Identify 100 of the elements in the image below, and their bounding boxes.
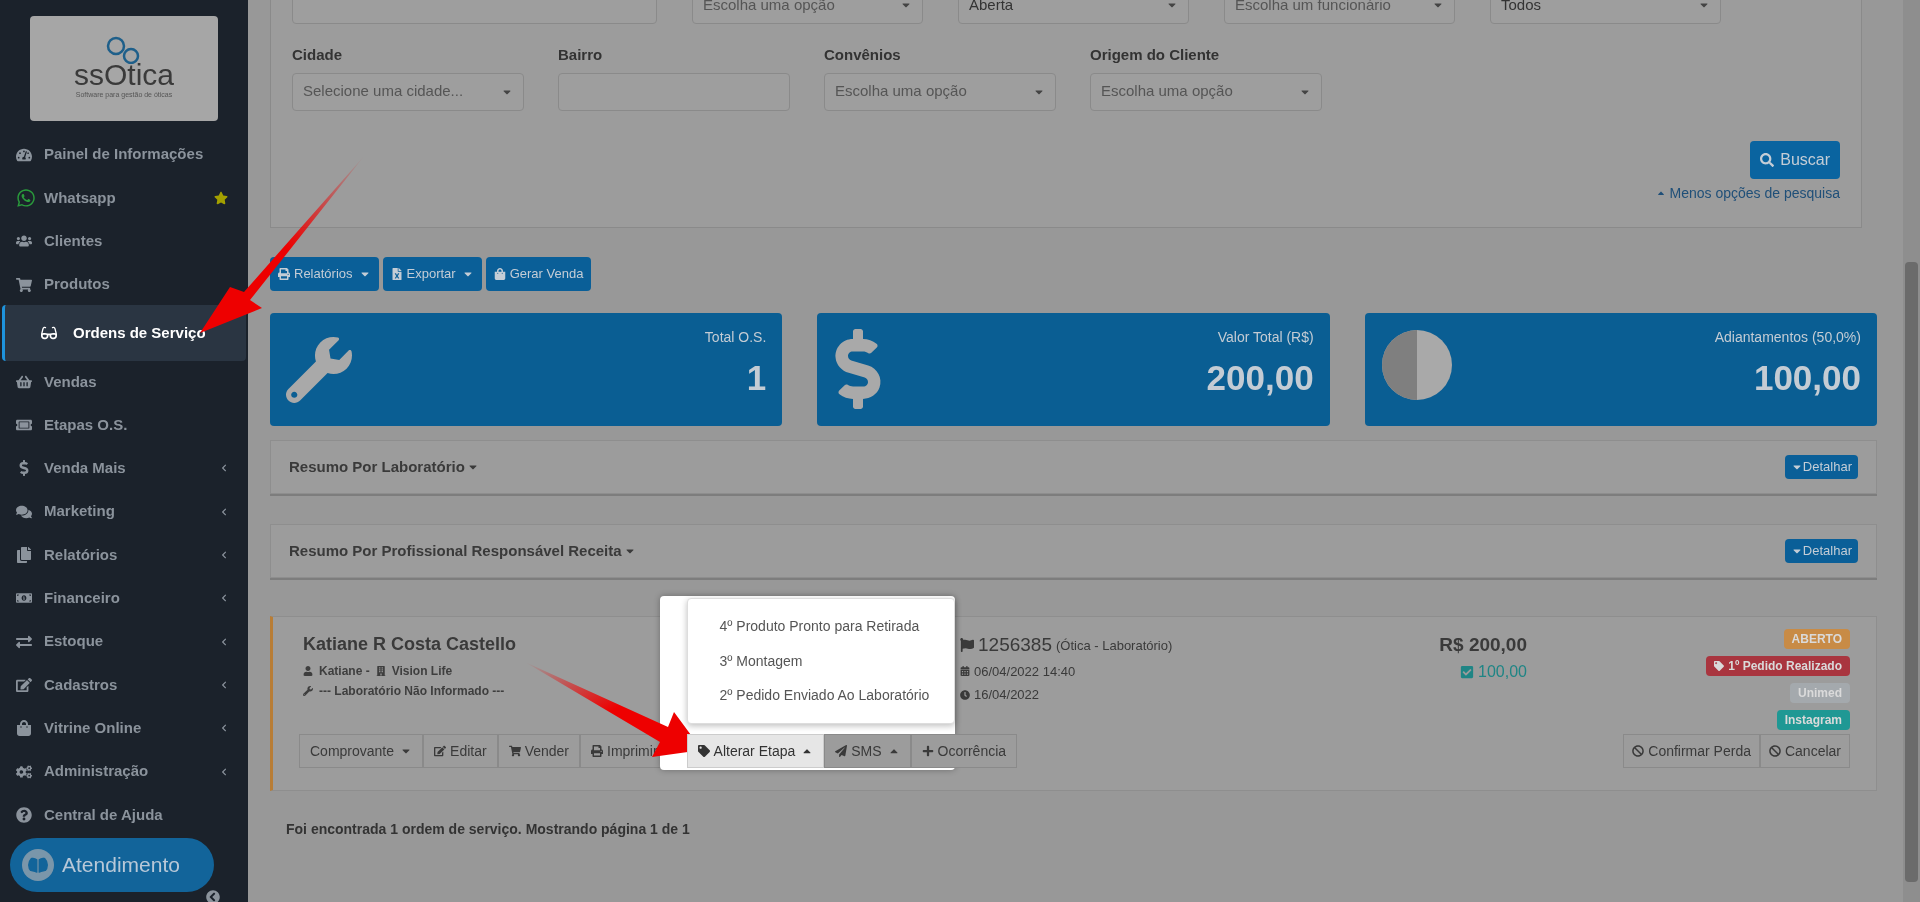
order-date: 06/04/2022 14:40	[974, 662, 1076, 681]
building-icon	[375, 666, 386, 676]
stat-label: Valor Total (R$)	[1217, 328, 1314, 347]
ban-icon	[1768, 745, 1781, 757]
tag-icon	[1714, 661, 1725, 671]
stat-value: 200,00	[1206, 357, 1314, 399]
chevron-icon	[220, 724, 228, 733]
sidebar-item[interactable]: Painel de Informações	[0, 133, 248, 177]
field-label: Convênios	[824, 45, 902, 65]
ban-icon	[1632, 745, 1645, 757]
toolbar-button[interactable]: Gerar Venda	[485, 257, 592, 291]
menu-icon	[16, 233, 32, 250]
chevron-icon	[220, 680, 228, 689]
action-icon	[591, 745, 603, 757]
menu-icon	[16, 503, 32, 520]
lab-name: --- Laboratório Não Informado ---	[319, 683, 505, 700]
menu-icon	[16, 547, 32, 563]
sidebar-item[interactable]: Clientes	[0, 219, 248, 263]
chevron-icon	[220, 464, 228, 473]
summary-title[interactable]: Resumo Por Profissional Responsável Receita	[289, 539, 636, 563]
search-button[interactable]: Buscar	[1750, 140, 1840, 179]
pie-chart-icon	[1380, 329, 1453, 401]
chevron-icon	[220, 551, 228, 559]
chevron-icon	[220, 594, 228, 603]
stat-value: 100,00	[1753, 357, 1861, 399]
stat-label: Adiantamentos (50,0%)	[1714, 328, 1861, 347]
stat-value: 1	[746, 357, 767, 399]
chevron-icon	[220, 637, 228, 646]
toolbar-button[interactable]: Relatórios	[270, 257, 379, 291]
order-origin: (Ótica - Laboratório)	[1055, 636, 1173, 655]
action-button[interactable]: Alterar Etapa	[686, 734, 825, 768]
action-button[interactable]: Editar	[423, 734, 498, 768]
store-name: Vision Life	[391, 663, 453, 680]
field-label: Cidade	[292, 45, 343, 65]
sidebar-item[interactable]: Ordens de Serviço	[2, 305, 246, 362]
action-icon	[921, 745, 934, 757]
toolbar-icon	[278, 268, 290, 280]
star-icon	[214, 190, 228, 205]
customer-name: Katiane R Costa Castello	[303, 633, 518, 656]
select-field[interactable]: Escolha uma opção	[1090, 72, 1322, 111]
sidebar-item[interactable]: Etapas O.S.	[0, 403, 248, 447]
action-icon	[508, 745, 521, 757]
sidebar-item[interactable]: Vendas	[0, 360, 248, 404]
sidebar-item[interactable]: Venda Mais	[0, 446, 248, 491]
menu-icon	[16, 720, 32, 737]
chevron-icon	[220, 507, 228, 516]
detail-button[interactable]: Detalhar	[1784, 539, 1858, 563]
support-button[interactable]: Atendimento	[10, 838, 214, 892]
status-tag: ABERTO	[1783, 629, 1850, 649]
menu-icon	[16, 676, 32, 693]
wrench-icon	[303, 686, 313, 696]
detail-button[interactable]: Detalhar	[1784, 455, 1858, 479]
action-button[interactable]: Ocorrência	[910, 734, 1018, 768]
action-button[interactable]: Cancelar	[1759, 734, 1850, 768]
select-field[interactable]: Selecione uma cidade...	[292, 72, 524, 111]
sidebar-item[interactable]: Relatórios	[0, 533, 248, 577]
menu-item[interactable]: 2º Pedido Enviado Ao Laboratório	[687, 684, 954, 706]
sidebar-item[interactable]: Administração	[0, 749, 248, 794]
logo-text: ssOtica	[74, 60, 174, 91]
sidebar-item[interactable]: Marketing	[0, 490, 248, 534]
menu-icon	[16, 633, 32, 650]
menu-icon	[41, 325, 57, 342]
toolbar-button[interactable]: Exportar	[382, 257, 482, 291]
action-button[interactable]: Comprovante	[299, 734, 424, 768]
menu-icon	[16, 806, 32, 823]
sidebar-item[interactable]: Financeiro	[0, 576, 248, 620]
action-icon	[434, 745, 447, 757]
sidebar-item[interactable]: Cadastros	[0, 663, 248, 707]
status-tag: Instagram	[1776, 710, 1850, 730]
order-total: R$ 200,00	[1439, 633, 1527, 657]
calendar-icon	[960, 666, 970, 677]
select-field[interactable]: Escolha uma opção	[824, 72, 1056, 111]
action-button[interactable]: Confirmar Perda	[1623, 734, 1760, 768]
fewer-options-link[interactable]: Menos opções de pesquisa	[1655, 182, 1840, 204]
flag-icon	[960, 638, 974, 653]
menu-icon	[16, 146, 32, 163]
clock-icon	[960, 689, 970, 700]
book-icon	[22, 849, 54, 881]
menu-item[interactable]: 3º Montagem	[687, 650, 954, 672]
checked-icon	[1460, 664, 1475, 679]
menu-item[interactable]: 4º Produto Pronto para Retirada	[687, 616, 954, 638]
sidebar-item[interactable]: Whatsapp	[0, 176, 248, 220]
status-tag: 1º Pedido Realizado	[1706, 656, 1850, 676]
summary-title[interactable]: Resumo Por Laboratório	[289, 455, 479, 479]
menu-icon	[16, 276, 32, 293]
results-summary: Foi encontrada 1 ordem de serviço. Mostrando página 1 de 1	[286, 820, 691, 839]
collapse-icon[interactable]	[206, 890, 220, 902]
sidebar-item[interactable]: Estoque	[0, 619, 248, 664]
action-button[interactable]: SMS	[824, 734, 911, 768]
sidebar-item[interactable]: Central de Ajuda	[0, 793, 248, 837]
order-number: 1256385	[978, 633, 1052, 657]
action-button[interactable]: Vender	[497, 734, 580, 768]
menu-icon	[16, 763, 32, 780]
wrench-icon	[286, 337, 352, 403]
action-icon	[697, 745, 710, 757]
menu-icon	[16, 187, 36, 208]
action-icon	[835, 745, 848, 757]
sidebar-item[interactable]: Vitrine Online	[0, 706, 248, 750]
seller-name: Katiane -	[319, 663, 370, 680]
sidebar-item[interactable]: Produtos	[0, 262, 248, 307]
